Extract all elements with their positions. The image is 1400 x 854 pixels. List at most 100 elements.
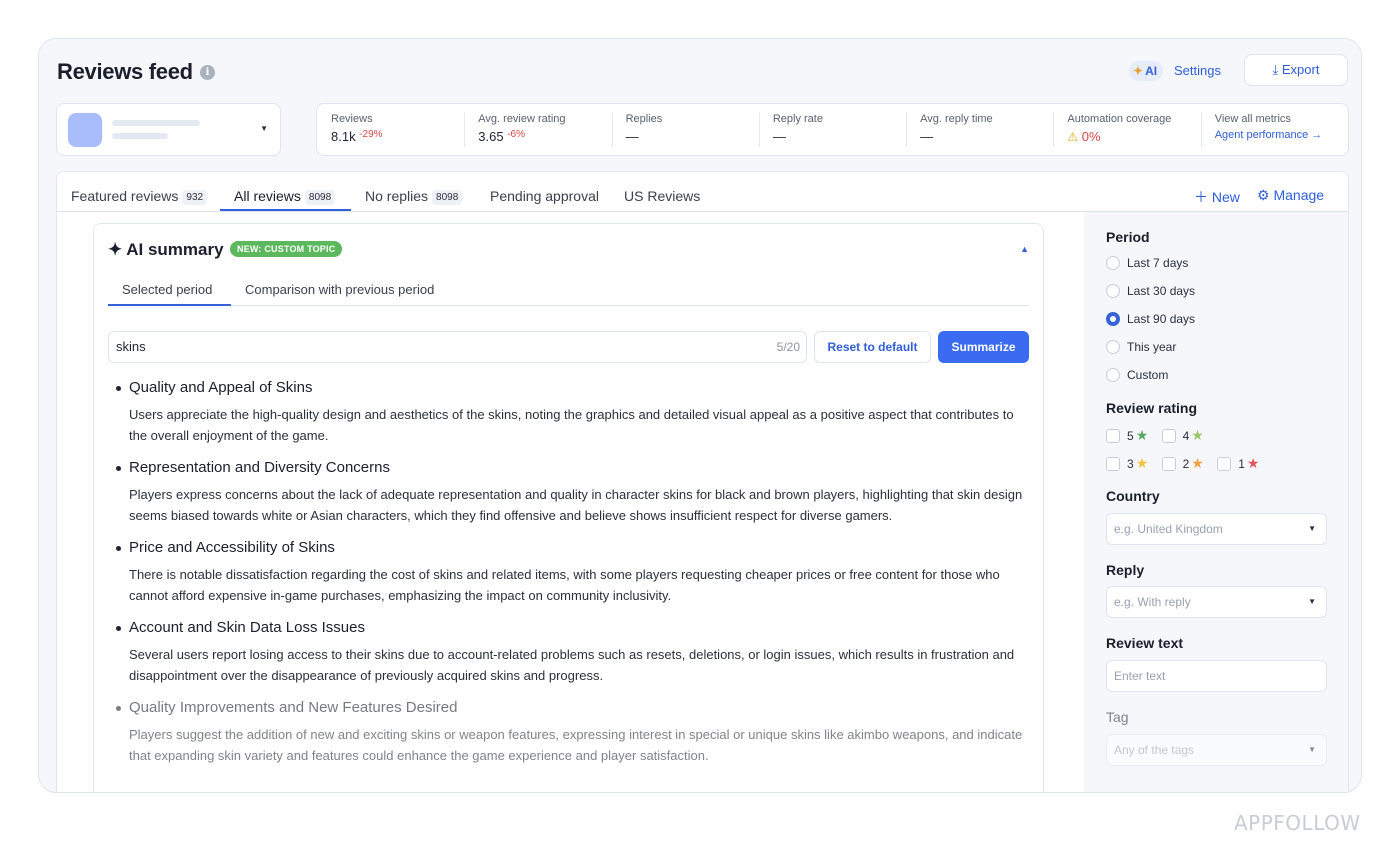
metric-value: —: [625, 129, 639, 144]
rating-value: 1: [1238, 457, 1245, 471]
reply-placeholder: e.g. With reply: [1114, 595, 1191, 609]
tab-label: All reviews: [234, 188, 301, 204]
warning-icon: ⚠: [1067, 130, 1079, 144]
radio-button[interactable]: [1106, 256, 1120, 270]
metric-avg-rating: Avg. review rating 3.65 -6%: [464, 104, 611, 155]
rating-2-checkbox[interactable]: 2 ★: [1161, 455, 1204, 472]
summary-body: Players express concerns about the lack …: [129, 487, 1023, 523]
tab-us-reviews[interactable]: US Reviews: [624, 188, 700, 204]
settings-link[interactable]: Settings: [1174, 63, 1221, 78]
period-option-label: This year: [1127, 340, 1177, 354]
review-text-label: Review text: [1106, 635, 1184, 651]
period-option-label: Last 7 days: [1127, 256, 1189, 270]
reviews-feed-panel: Reviews feed i ✦ AI Settings ⤓ Export ▼ R…: [38, 38, 1362, 793]
rating-row-bottom: 3 ★ 2 ★ 1 ★: [1106, 455, 1269, 472]
summary-item: Account and Skin Data Loss Issues Severa…: [116, 618, 1031, 686]
rating-5-checkbox[interactable]: 5 ★: [1106, 427, 1148, 444]
metric-value-row: 8.1k -29%: [331, 129, 464, 144]
metric-delta: -29%: [359, 129, 383, 140]
page-title: Reviews feed: [57, 59, 193, 84]
rating-4-checkbox[interactable]: 4 ★: [1161, 427, 1204, 444]
metric-automation-coverage: Automation coverage ⚠ 0%: [1053, 104, 1200, 155]
rating-row-top: 5 ★ 4 ★: [1106, 427, 1214, 444]
metric-reply-rate: Reply rate —: [758, 104, 906, 155]
new-tab-button[interactable]: ＋ New: [1194, 187, 1240, 207]
radio-button[interactable]: [1106, 368, 1120, 382]
plus-icon: ＋: [1194, 189, 1212, 205]
period-option-custom[interactable]: Custom: [1106, 368, 1168, 382]
rating-1-checkbox[interactable]: 1 ★: [1217, 455, 1259, 472]
checkbox[interactable]: [1161, 457, 1176, 471]
reset-to-default-button[interactable]: Reset to default: [814, 331, 931, 363]
tab-pending-approval[interactable]: Pending approval: [490, 188, 599, 204]
filters-sidebar: Period Last 7 days Last 30 days Last 90 …: [1084, 212, 1348, 792]
manage-tabs-button[interactable]: ⚙ Manage: [1257, 187, 1324, 204]
country-select[interactable]: e.g. United Kingdom ▼: [1106, 513, 1327, 545]
ai-summary-title: ✦ AI summary: [108, 240, 224, 260]
period-option-label: Last 30 days: [1127, 284, 1196, 298]
period-option-this-year[interactable]: This year: [1106, 340, 1176, 354]
summary-item: Quality Improvements and New Features De…: [116, 698, 1031, 766]
metric-reviews: Reviews 8.1k -29%: [317, 104, 464, 155]
reply-select[interactable]: e.g. With reply ▼: [1106, 586, 1327, 618]
tab-count: 932: [182, 190, 208, 205]
review-text-input[interactable]: Enter text: [1106, 660, 1327, 692]
radio-button-selected[interactable]: [1106, 312, 1120, 326]
metric-value: 8.1k: [331, 129, 356, 144]
summarize-button[interactable]: Summarize: [938, 331, 1029, 363]
new-tab-label: New: [1211, 189, 1240, 205]
metric-value-row: 3.65 -6%: [478, 129, 611, 144]
chevron-down-icon: ▼: [260, 124, 268, 133]
active-tab-indicator: [220, 209, 351, 211]
tab-label: US Reviews: [624, 188, 701, 204]
summary-heading: Price and Accessibility of Skins: [129, 539, 335, 556]
app-name-placeholder: [112, 120, 200, 126]
checkbox[interactable]: [1106, 429, 1120, 443]
tab-all-reviews[interactable]: All reviews 8098: [234, 188, 336, 205]
tab-no-replies[interactable]: No replies 8098: [365, 188, 463, 205]
app-icon: [68, 113, 102, 147]
topic-input-value: skins: [116, 339, 146, 354]
tab-comparison-period[interactable]: Comparison with previous period: [245, 282, 434, 297]
metric-label: Replies: [625, 113, 663, 125]
summary-body: Users appreciate the high-quality design…: [129, 407, 1014, 443]
rating-3-checkbox[interactable]: 3 ★: [1106, 455, 1148, 472]
sparkle-icon: ✦: [108, 240, 123, 259]
radio-button[interactable]: [1106, 284, 1120, 298]
review-text-placeholder: Enter text: [1114, 669, 1166, 683]
ai-badge[interactable]: ✦ AI: [1129, 61, 1164, 81]
app-selector[interactable]: ▼: [56, 103, 281, 156]
metric-value: —: [772, 129, 786, 144]
download-icon: ⤓: [1272, 62, 1282, 77]
metric-avg-reply-time: Avg. reply time —: [906, 104, 1053, 155]
info-icon[interactable]: i: [200, 65, 215, 80]
period-option-30-days[interactable]: Last 30 days: [1106, 284, 1195, 298]
period-option-90-days[interactable]: Last 90 days: [1106, 312, 1195, 326]
tag-select[interactable]: Any of the tags ▼: [1106, 734, 1327, 766]
tab-selected-period[interactable]: Selected period: [122, 282, 212, 297]
period-option-7-days[interactable]: Last 7 days: [1106, 256, 1188, 270]
summary-heading: Quality and Appeal of Skins: [129, 379, 313, 396]
active-subtab-indicator: [108, 304, 231, 306]
checkbox[interactable]: [1106, 457, 1120, 471]
manage-tabs-label: Manage: [1273, 187, 1325, 203]
topic-input[interactable]: skins 5/20: [108, 331, 807, 363]
summary-heading: Representation and Diversity Concerns: [129, 459, 390, 476]
checkbox[interactable]: [1217, 457, 1232, 471]
review-tabs: Featured reviews 932 All reviews 8098 No r…: [57, 172, 1348, 212]
metric-value-row: ⚠ 0%: [1067, 129, 1200, 144]
metric-value: —: [920, 129, 934, 144]
agent-performance-link[interactable]: Agent performance →: [1215, 129, 1348, 141]
export-button[interactable]: ⤓ Export: [1244, 54, 1348, 86]
chevron-down-icon: ▼: [1308, 597, 1316, 606]
checkbox[interactable]: [1161, 429, 1176, 443]
ai-sparkle-icon: ✦: [1133, 64, 1144, 78]
chevron-up-icon[interactable]: ▲: [1020, 244, 1029, 254]
ai-summary-title-text: AI summary: [126, 240, 224, 259]
radio-button[interactable]: [1106, 340, 1120, 354]
tab-featured-reviews[interactable]: Featured reviews 932: [71, 188, 208, 205]
metrics-bar: Reviews 8.1k -29% Avg. review rating 3.6…: [316, 103, 1349, 156]
star-icon: ★: [1246, 455, 1260, 471]
ai-summary-card: ✦ AI summary NEW: CUSTOM TOPIC ▲ Selected…: [93, 223, 1044, 792]
tab-count: 8098: [304, 190, 336, 205]
